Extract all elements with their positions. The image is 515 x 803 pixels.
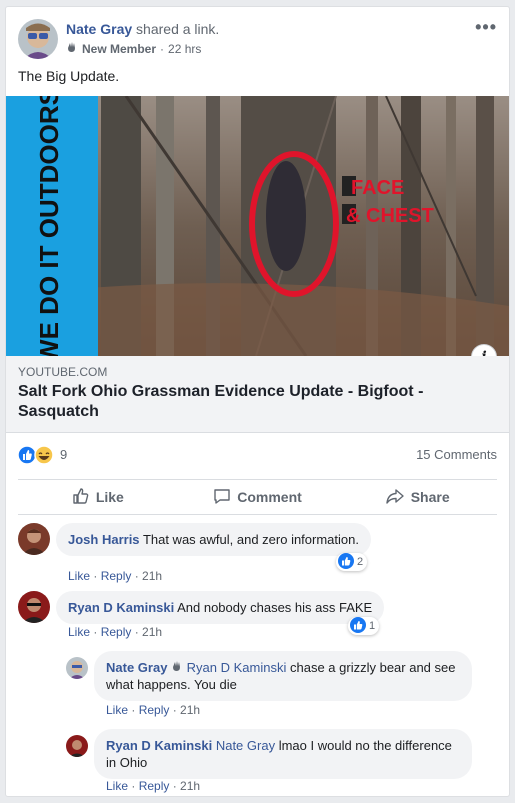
comment-author[interactable]: Ryan D Kaminski [68,600,174,615]
post-card: Nate Gray shared a link. New Member · 22… [5,6,510,797]
post-author-name[interactable]: Nate Gray [66,21,132,37]
comment-text: That was awful, and zero information. [142,532,359,547]
post-actions: Like Comment Share [18,479,497,515]
reactions-summary: 9 15 Comments [18,445,497,465]
comment-meta: Like · Reply · 21h [68,569,163,583]
comment-icon [213,487,231,508]
reaction-count[interactable]: 9 [60,447,67,462]
comment-like-link[interactable]: Like [106,779,128,793]
comment-reply-link[interactable]: Reply [139,779,170,793]
comment-reply-link[interactable]: Reply [101,625,132,639]
more-options-icon[interactable]: ••• [475,17,497,38]
comment-time[interactable]: 21h [180,703,200,717]
comment-like-link[interactable]: Like [106,703,128,717]
comment-bubble: Josh Harris That was awful, and zero inf… [56,523,371,556]
comment-reply-link[interactable]: Reply [139,703,170,717]
comment-button[interactable]: Comment [178,480,338,514]
new-member-icon [171,660,183,675]
comment-reply: Ryan D Kaminski Nate Gray lmao I would n… [66,729,486,803]
comment-bubble: Ryan D Kaminski And nobody chases his as… [56,591,385,624]
like-label: Like [95,489,124,505]
share-button[interactable]: Share [337,480,497,514]
comment-reaction-count: 2 [357,556,364,568]
thumb-annotation-face: FACE [351,177,404,199]
comment-meta: Like · Reply · 21h [106,779,201,793]
commenter-avatar[interactable] [66,735,88,757]
comment-reply: Nate Gray Ryan D Kaminski chase a grizzl… [66,651,486,725]
like-icon [72,487,90,508]
comment-label: Comment [237,489,302,505]
comment-reactions[interactable]: 1 [348,616,380,636]
comment-reaction-count: 1 [369,620,376,632]
comment-bubble: Ryan D Kaminski Nate Gray lmao I would n… [94,729,472,779]
comment-text: And nobody chases his ass FAKE [177,600,373,615]
comment-count[interactable]: 15 Comments [416,447,497,462]
comment-like-link[interactable]: Like [68,569,90,583]
comment-time[interactable]: 21h [142,625,162,639]
thumb-annotation-chest: & CHEST [346,205,434,227]
post-meta: New Member · 22 hrs [66,41,201,56]
thumb-overlay-text: WE DO IT OUTDOORS [34,96,64,356]
new-member-icon [66,41,78,56]
comment-reply-link[interactable]: Reply [101,569,132,583]
comment-meta: Like · Reply · 21h [106,703,201,717]
comment-time[interactable]: 21h [142,569,162,583]
comment-bubble: Nate Gray Ryan D Kaminski chase a grizzl… [94,651,472,701]
post-text: The Big Update. [18,68,120,84]
like-reaction-icon [338,552,354,572]
comment-author[interactable]: Nate Gray [106,660,167,675]
commenter-avatar[interactable] [18,523,50,555]
comment-mention[interactable]: Ryan D Kaminski [187,660,287,675]
comment-mention[interactable]: Nate Gray [216,738,275,753]
comment: Josh Harris That was awful, and zero inf… [18,523,498,583]
link-thumbnail[interactable]: WE DO IT OUTDOORS FACE & CHEST i [6,96,509,356]
comment-meta: Like · Reply · 21h [68,625,163,639]
comment-reactions[interactable]: 2 [336,552,368,572]
link-domain: YOUTUBE.COM [18,365,108,379]
commenter-avatar[interactable] [18,591,50,623]
commenter-avatar[interactable] [66,657,88,679]
share-icon [385,487,405,508]
post-timestamp[interactable]: 22 hrs [168,42,201,56]
link-title[interactable]: Salt Fork Ohio Grassman Evidence Update … [18,382,488,422]
author-avatar[interactable] [18,19,58,59]
comment-time[interactable]: 21h [180,779,200,793]
new-member-badge[interactable]: New Member [82,42,156,56]
reaction-icons[interactable] [18,445,54,465]
comment-author[interactable]: Josh Harris [68,532,140,547]
link-preview[interactable]: YOUTUBE.COM Salt Fork Ohio Grassman Evid… [6,356,509,433]
comment-author[interactable]: Ryan D Kaminski [106,738,212,753]
like-button[interactable]: Like [18,480,178,514]
share-label: Share [410,489,450,505]
post-action-text: shared a link. [136,21,220,37]
meta-separator: · [160,41,165,56]
comment: Ryan D Kaminski And nobody chases his as… [18,591,498,651]
post-header: Nate Gray shared a link. New Member · 22… [18,17,497,61]
like-reaction-icon [350,616,366,636]
post-author-line: Nate Gray shared a link. [66,21,219,37]
comment-like-link[interactable]: Like [68,625,90,639]
